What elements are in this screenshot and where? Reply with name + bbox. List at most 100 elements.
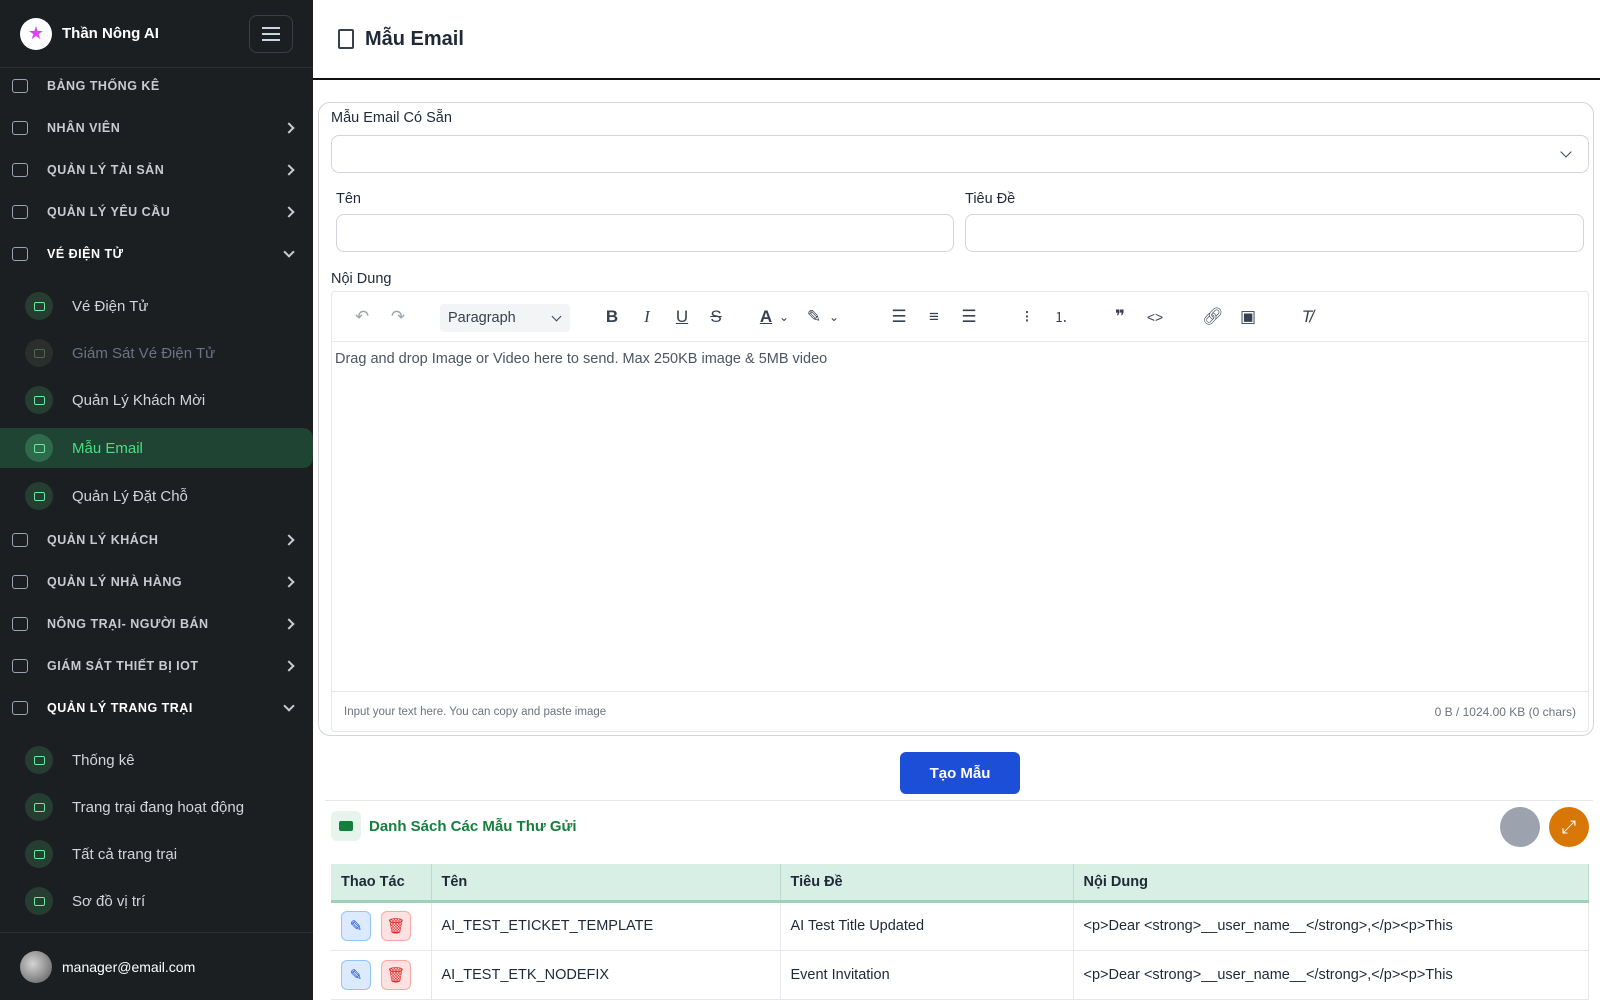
rich-text-editor[interactable]: ↶ ↷ Paragraph B I U S A ⌄ ✎ ⌄ ☰ ≡ ☰ ⁝ ⒈ … <box>331 291 1589 732</box>
sidebar-item-location-map[interactable]: Sơ đồ vị trí <box>0 881 313 921</box>
menu-toggle-button[interactable] <box>249 14 293 53</box>
sidebar-header: ★ Thần Nông AI <box>0 0 313 68</box>
page-title: Mẫu Email <box>365 27 464 50</box>
bold-icon[interactable]: B <box>600 305 624 329</box>
row-actions: ✎ 🗑︎ <box>331 901 432 951</box>
name-input[interactable] <box>336 214 954 252</box>
store-icon <box>12 617 28 631</box>
sidebar-item-guests[interactable]: Quản Lý Khách Mời <box>0 380 313 420</box>
list-icon <box>25 840 53 868</box>
chevron-down-icon <box>283 700 295 712</box>
user-profile[interactable]: manager@email.com <box>0 932 313 1000</box>
hamburger-icon <box>262 32 280 35</box>
block-style-select[interactable]: Paragraph <box>440 304 570 332</box>
sidebar-section-customers[interactable]: QUẢN LÝ KHÁCH <box>0 522 313 558</box>
column-header-actions: Thao Tác <box>331 864 432 903</box>
utensils-icon <box>12 575 28 589</box>
quote-icon[interactable]: ❞ <box>1108 305 1132 329</box>
calendar-icon <box>25 482 53 510</box>
avatar <box>20 950 52 983</box>
editor-content-area[interactable]: Drag and drop Image or Video here to sen… <box>335 351 827 367</box>
italic-icon[interactable]: I <box>635 305 659 329</box>
brand-logo-icon: ★ <box>20 17 52 50</box>
monitor-icon <box>25 339 53 367</box>
chevron-down-icon[interactable]: ⌄ <box>776 305 792 329</box>
ticket-icon <box>25 292 53 320</box>
cell-subject: AI Test Title Updated <box>780 901 1074 951</box>
chevron-down-icon[interactable]: ⌄ <box>826 305 842 329</box>
expand-icon[interactable]: ⤢ <box>1549 807 1589 847</box>
sidebar-item-active-farms[interactable]: Trang trại đang hoạt động <box>0 787 313 827</box>
underline-icon[interactable]: U <box>670 305 694 329</box>
link-icon[interactable]: 🔗︎ <box>1201 305 1225 329</box>
image-icon[interactable]: ▣ <box>1236 305 1260 329</box>
edit-icon[interactable]: ✎ <box>341 959 371 990</box>
sidebar-section-dashboard[interactable]: BẢNG THỐNG KÊ <box>0 68 313 104</box>
highlight-icon[interactable]: ✎ <box>802 305 826 329</box>
align-right-icon[interactable]: ☰ <box>957 305 981 329</box>
template-table: Thao Tác Tên Tiêu Đề Nội Dung ✎ 🗑︎ AI_TES… <box>331 864 1589 1000</box>
code-icon[interactable]: <> <box>1143 305 1167 329</box>
placeholder-circle-button[interactable] <box>1500 807 1540 847</box>
cell-name: AI_TEST_ETICKET_TEMPLATE <box>431 901 781 951</box>
sidebar-item-etickets[interactable]: Vé Điện Tử <box>0 286 313 326</box>
align-left-icon[interactable]: ☰ <box>887 305 911 329</box>
clock-icon <box>25 746 53 774</box>
factory-icon <box>12 659 28 673</box>
create-template-button[interactable]: Tạo Mẫu <box>900 752 1020 794</box>
text-color-icon[interactable]: A <box>754 305 778 329</box>
chevron-right-icon <box>283 122 295 134</box>
bullet-list-icon[interactable]: ⁝ <box>1015 305 1039 329</box>
sidebar-section-restaurant[interactable]: QUẢN LÝ NHÀ HÀNG <box>0 564 313 600</box>
users-icon <box>12 533 28 547</box>
editor-footer-hint: Input your text here. You can copy and p… <box>344 706 607 718</box>
play-icon <box>25 793 53 821</box>
template-select-label: Mẫu Email Có Sẵn <box>331 110 452 126</box>
chevron-right-icon <box>283 576 295 588</box>
editor-toolbar: ↶ ↷ Paragraph B I U S A ⌄ ✎ ⌄ ☰ ≡ ☰ ⁝ ⒈ … <box>332 292 1588 342</box>
sidebar-item-bookings[interactable]: Quản Lý Đặt Chỗ <box>0 476 313 516</box>
strikethrough-icon[interactable]: S <box>704 305 728 329</box>
sidebar-section-farm-sellers[interactable]: NÔNG TRẠI- NGƯỜI BÁN <box>0 606 313 642</box>
sidebar-section-staff[interactable]: NHÂN VIÊN <box>0 110 313 146</box>
sidebar-item-farm-stats[interactable]: Thống kê <box>0 740 313 780</box>
clipboard-icon <box>12 205 28 219</box>
column-header-subject: Tiêu Đề <box>780 864 1074 903</box>
sidebar-item-ticket-monitor[interactable]: Giám Sát Vé Điện Tử <box>0 333 313 373</box>
map-pin-icon <box>25 887 53 915</box>
column-header-name: Tên <box>431 864 781 903</box>
align-center-icon[interactable]: ≡ <box>922 305 946 329</box>
mail-icon <box>25 434 53 462</box>
template-list-title: Danh Sách Các Mẫu Thư Gửi <box>369 818 577 835</box>
staff-icon <box>12 121 28 135</box>
name-label: Tên <box>336 191 361 207</box>
user-email: manager@email.com <box>62 958 196 975</box>
numbered-list-icon[interactable]: ⒈ <box>1049 305 1073 329</box>
edit-icon[interactable]: ✎ <box>341 911 371 941</box>
chevron-down-icon <box>283 246 295 258</box>
brand-name: Thần Nông AI <box>62 25 159 42</box>
subject-input[interactable] <box>965 214 1584 252</box>
sidebar-section-assets[interactable]: QUẢN LÝ TÀI SẢN <box>0 152 313 188</box>
sidebar-section-farm[interactable]: QUẢN LÝ TRANG TRẠI <box>0 690 313 726</box>
clear-format-icon[interactable]: T̸ <box>1295 305 1319 329</box>
dashboard-icon <box>12 79 28 93</box>
mail-icon <box>331 811 361 841</box>
trash-icon[interactable]: 🗑︎ <box>381 911 411 941</box>
chevron-right-icon <box>283 206 295 218</box>
badge-icon <box>338 29 354 49</box>
sidebar-item-all-farms[interactable]: Tất cả trang trại <box>0 834 313 874</box>
sidebar-section-etickets[interactable]: VÉ ĐIỆN TỬ <box>0 236 313 272</box>
cell-content: <p>Dear <strong>__user_name__</strong>,<… <box>1073 901 1589 951</box>
undo-icon[interactable]: ↶ <box>350 305 374 329</box>
sidebar-section-requests[interactable]: QUẢN LÝ YÊU CẦU <box>0 194 313 230</box>
sidebar-item-email-templates[interactable]: Mẫu Email <box>0 428 313 468</box>
chevron-right-icon <box>283 660 295 672</box>
assets-icon <box>12 163 28 177</box>
template-select[interactable] <box>331 135 1589 173</box>
sidebar-section-iot[interactable]: GIÁM SÁT THIẾT BỊ IOT <box>0 648 313 684</box>
cell-name: AI_TEST_ETK_NODEFIX <box>431 950 781 1000</box>
redo-icon[interactable]: ↷ <box>386 305 410 329</box>
trash-icon[interactable]: 🗑︎ <box>381 959 411 990</box>
chevron-right-icon <box>283 618 295 630</box>
